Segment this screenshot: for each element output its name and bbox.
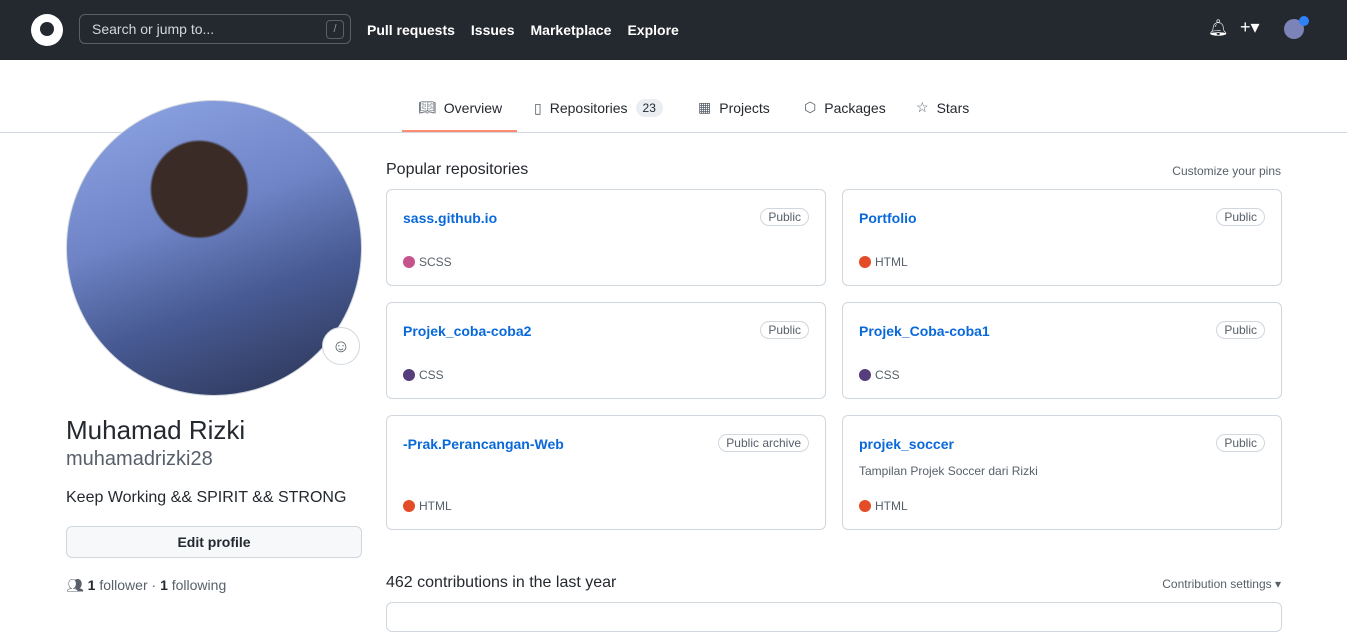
separator: ·	[151, 577, 157, 593]
repo-description: Tampilan Projek Soccer dari Rizki	[859, 464, 1038, 478]
set-status-smiley-icon[interactable]: ☺	[322, 327, 360, 365]
followers-link[interactable]: 1 follower	[88, 577, 148, 593]
language-label: SCSS	[419, 255, 452, 269]
table-icon: ▦	[698, 99, 712, 115]
repo-count-badge: 23	[635, 99, 663, 117]
repo-name-link[interactable]: projek_soccer	[859, 436, 954, 452]
nav-marketplace[interactable]: Marketplace	[531, 22, 612, 38]
repo-language: HTML	[859, 499, 908, 513]
language-label: HTML	[875, 255, 908, 269]
customize-pins-link[interactable]: Customize your pins	[1172, 164, 1281, 178]
following-count: 1	[160, 577, 168, 593]
language-color-dot	[403, 256, 415, 268]
profile-login: muhamadrizki28	[66, 448, 213, 470]
tab-label: Stars	[936, 99, 970, 116]
tab-label: Overview	[443, 99, 503, 116]
tab-projects[interactable]: ▦ Projects	[698, 99, 770, 116]
profile-bio: Keep Working && SPIRIT && STRONG	[66, 489, 347, 506]
tab-repositories[interactable]: ▯ Repositories 23	[534, 99, 663, 117]
repo-name-link[interactable]: sass.github.io	[403, 210, 497, 226]
visibility-badge: Public	[760, 321, 809, 339]
visibility-badge: Public	[1216, 434, 1265, 452]
following-label: following	[171, 577, 227, 593]
nav-pull-requests[interactable]: Pull requests	[367, 22, 455, 38]
nav-issues[interactable]: Issues	[471, 22, 515, 38]
repo-language: CSS	[859, 368, 900, 382]
followers-count: 1	[87, 577, 96, 593]
plus-dropdown-icon[interactable]: +▾	[1240, 17, 1260, 38]
repo-language: HTML	[859, 255, 908, 269]
star-icon: ☆	[916, 99, 929, 115]
pinned-title: Popular repositories	[386, 161, 529, 178]
visibility-badge: Public archive	[718, 434, 809, 452]
profile-name: Muhamad Rizki	[66, 415, 246, 445]
repo-language: CSS	[403, 368, 444, 382]
language-label: HTML	[419, 499, 452, 513]
follow-stats: 👥︎ 1 follower · 1 following	[66, 577, 226, 594]
language-color-dot	[859, 500, 871, 512]
contributions-title: 462 contributions in the last year	[386, 574, 617, 591]
search-placeholder: Search or jump to...	[92, 21, 215, 37]
profile-avatar[interactable]	[66, 100, 362, 396]
pinned-repo-card: sass.github.io Public SCSS	[386, 189, 826, 286]
repo-language: SCSS	[403, 255, 452, 269]
contribution-calendar	[386, 602, 1282, 632]
language-color-dot	[859, 369, 871, 381]
tab-label: Projects	[719, 99, 770, 116]
github-logo-icon[interactable]	[31, 14, 63, 46]
tab-label: Repositories	[549, 100, 628, 116]
bell-icon[interactable]: 🔔︎	[1208, 18, 1228, 38]
visibility-badge: Public	[1216, 321, 1265, 339]
pinned-repo-card: Portfolio Public HTML	[842, 189, 1282, 286]
package-icon: ⬡	[804, 99, 817, 115]
repo-language: HTML	[403, 499, 452, 513]
book-icon: 📖︎	[418, 99, 436, 115]
people-icon: 👥︎	[66, 577, 84, 593]
nav-explore[interactable]: Explore	[627, 22, 678, 38]
contribution-settings-dropdown[interactable]: Contribution settings ▾	[1162, 577, 1281, 591]
pinned-repo-card: Projek_Coba-coba1 Public CSS	[842, 302, 1282, 399]
repo-icon: ▯	[534, 99, 542, 116]
visibility-badge: Public	[760, 208, 809, 226]
followers-label: follower	[99, 577, 148, 593]
following-link[interactable]: 1 following	[160, 577, 226, 593]
repo-name-link[interactable]: Projek_Coba-coba1	[859, 323, 990, 339]
pinned-repo-card: projek_soccer Public Tampilan Projek Soc…	[842, 415, 1282, 530]
language-color-dot	[403, 369, 415, 381]
language-label: CSS	[419, 368, 444, 382]
pinned-repo-card: Projek_coba-coba2 Public CSS	[386, 302, 826, 399]
repo-name-link[interactable]: -Prak.Perancangan-Web	[403, 436, 564, 452]
tab-packages[interactable]: ⬡ Packages	[804, 99, 886, 116]
tab-label: Packages	[824, 99, 886, 116]
visibility-badge: Public	[1216, 208, 1265, 226]
tab-overview[interactable]: 📖︎ Overview	[418, 99, 502, 116]
language-label: CSS	[875, 368, 900, 382]
language-label: HTML	[875, 499, 908, 513]
language-color-dot	[403, 500, 415, 512]
top-nav: Search or jump to... / Pull requests Issu…	[0, 0, 1347, 60]
repo-name-link[interactable]: Portfolio	[859, 210, 917, 226]
search-input[interactable]: Search or jump to... /	[79, 14, 351, 44]
language-color-dot	[859, 256, 871, 268]
slash-key-hint: /	[326, 20, 344, 39]
edit-profile-button[interactable]: Edit profile	[66, 526, 362, 558]
pinned-repo-card: -Prak.Perancangan-Web Public archive HTM…	[386, 415, 826, 530]
notification-dot	[1299, 16, 1309, 26]
repo-name-link[interactable]: Projek_coba-coba2	[403, 323, 531, 339]
selected-tab-underline	[402, 130, 517, 132]
tab-stars[interactable]: ☆ Stars	[916, 99, 969, 116]
